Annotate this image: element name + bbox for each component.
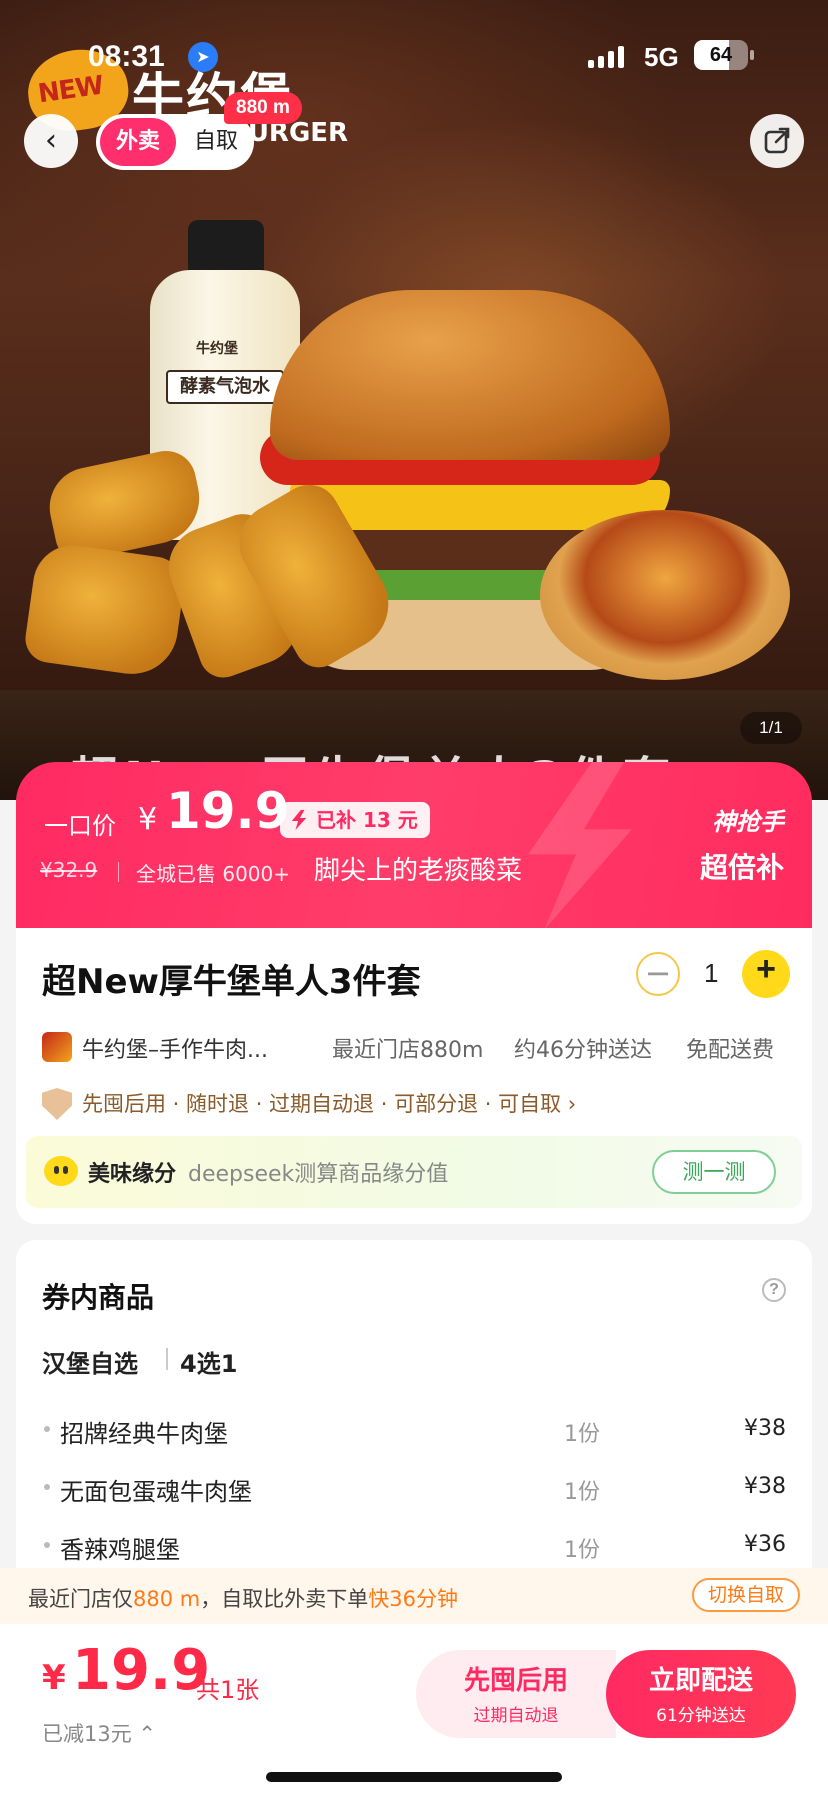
item-count: 1份 <box>564 1538 600 1563</box>
pickup-distance: 880 m <box>133 1587 201 1611</box>
original-price: ¥32.9 <box>40 858 98 882</box>
shop-avatar <box>42 1032 72 1062</box>
total-currency: ¥ <box>42 1658 66 1698</box>
section-title: 券内商品 <box>42 1281 155 1314</box>
status-bar: 08:31 ➤ 5G 64 <box>0 0 828 110</box>
smiley-icon <box>44 1156 78 1186</box>
guarantee-list[interactable]: 先囤后用 · 随时退 · 过期自动退 · 可部分退 · 可自取 › <box>82 1088 576 1118</box>
pickup-tip-bar: 最近门店仅880 m，自取比外卖下单快36分钟 切换自取 <box>0 1568 828 1624</box>
divider <box>118 862 119 882</box>
checkout-bar: ¥ 19.9 共1张 已减13元 ⌃ 先囤后用 过期自动退 立即配送 61分钟送… <box>0 1624 828 1795</box>
nuggets-illustration <box>22 445 406 700</box>
lightning-decoration <box>528 762 632 930</box>
sold-count: 全城已售 6000+ <box>136 862 291 886</box>
item-price: ¥36 <box>744 1532 786 1557</box>
switch-pickup-button[interactable]: 切换自取 <box>691 1578 800 1612</box>
marquee-text: 脚尖上的老痰酸菜 <box>314 856 523 886</box>
fate-test-button[interactable]: 测一测 <box>652 1150 776 1194</box>
plus-icon[interactable]: + <box>742 950 790 998</box>
voucher-items-card: 券内商品 ? 汉堡自选 4选1 招牌经典牛肉堡 1份 ¥38 无面包蛋魂牛肉堡 … <box>16 1240 812 1620</box>
back-button[interactable]: ‹ <box>24 114 78 168</box>
deliver-now-button[interactable]: 立即配送 61分钟送达 <box>606 1650 796 1738</box>
battery-tip <box>750 50 754 60</box>
delivery-fee: 免配送费 <box>686 1038 775 1063</box>
minus-icon[interactable]: − <box>636 952 680 996</box>
voucher-count: 共1张 <box>196 1676 260 1704</box>
divider <box>166 1348 168 1370</box>
banner-price: 19.9 <box>166 782 290 840</box>
image-pager: 1/1 <box>740 712 802 744</box>
signal-icon <box>588 46 628 68</box>
egg-tart-illustration <box>540 510 790 680</box>
location-arrow-icon: ➤ <box>188 42 218 72</box>
bullet <box>44 1484 50 1490</box>
product-card: 超New厚牛堡单人3件套 − 1 + 牛约堡–手作牛肉... 最近门店880m … <box>16 928 812 1224</box>
item-count: 1份 <box>564 1480 600 1505</box>
shield-icon <box>42 1088 72 1120</box>
share-button[interactable] <box>750 114 804 168</box>
pickup-tip-text: 最近门店仅880 m，自取比外卖下单快36分钟 <box>28 1587 458 1611</box>
item-name: 香辣鸡腿堡 <box>60 1536 180 1564</box>
network-type: 5G <box>644 42 679 72</box>
promo-tag-line1: 神抢手 <box>712 808 784 836</box>
total-price: 19.9 <box>72 1638 211 1703</box>
subsidy-badge: 已补 13 元 <box>280 802 430 838</box>
price-banner: 一口价 ¥ 19.9 已补 13 元 ¥32.9 全城已售 6000+ 脚尖上的… <box>16 762 812 930</box>
bullet <box>44 1426 50 1432</box>
price-currency: ¥ <box>138 802 158 837</box>
distance-tag: 880 m <box>224 92 302 124</box>
battery-icon: 64 <box>694 40 748 70</box>
item-price: ¥38 <box>744 1416 786 1441</box>
quantity-value: 1 <box>704 958 719 988</box>
nearest-store: 最近门店880m <box>332 1038 484 1063</box>
list-item: 无面包蛋魂牛肉堡 1份 ¥38 <box>42 1468 786 1508</box>
help-icon[interactable]: ? <box>762 1278 786 1302</box>
mode-delivery-tab[interactable]: 外卖 <box>100 118 176 166</box>
group-name: 汉堡自选 <box>42 1350 138 1378</box>
battery-level: 64 <box>709 44 733 66</box>
item-price: ¥38 <box>744 1474 786 1499</box>
shop-name-link[interactable]: 牛约堡–手作牛肉... <box>82 1032 306 1064</box>
list-item: 招牌经典牛肉堡 1份 ¥38 <box>42 1410 786 1450</box>
fate-banner: 美味缘分 deepseek测算商品缘分值 测一测 <box>26 1136 802 1208</box>
back-icon: ‹ <box>45 123 57 158</box>
fate-title: 美味缘分 <box>88 1162 177 1187</box>
list-item: 香辣鸡腿堡 1份 ¥36 <box>42 1526 786 1566</box>
item-count: 1份 <box>564 1422 600 1447</box>
home-indicator[interactable] <box>266 1772 562 1782</box>
group-rule: 4选1 <box>180 1350 238 1378</box>
status-time: 08:31 <box>88 40 165 73</box>
share-icon <box>764 127 790 154</box>
mode-pickup-tab[interactable]: 自取 <box>182 118 250 166</box>
fate-description: deepseek测算商品缘分值 <box>188 1162 449 1187</box>
item-name: 招牌经典牛肉堡 <box>60 1420 228 1448</box>
product-title: 超New厚牛堡单人3件套 <box>42 962 421 1002</box>
saved-amount-toggle[interactable]: 已减13元 ⌃ <box>42 1718 156 1748</box>
delivery-time: 约46分钟送达 <box>514 1038 652 1063</box>
pickup-faster: 快36分钟 <box>368 1587 458 1611</box>
item-name: 无面包蛋魂牛肉堡 <box>60 1478 252 1506</box>
price-label: 一口价 <box>44 812 116 840</box>
bullet <box>44 1542 50 1548</box>
buy-now-use-later-button[interactable]: 先囤后用 过期自动退 <box>416 1650 616 1738</box>
promo-tag-line2: 超倍补 <box>699 851 784 884</box>
